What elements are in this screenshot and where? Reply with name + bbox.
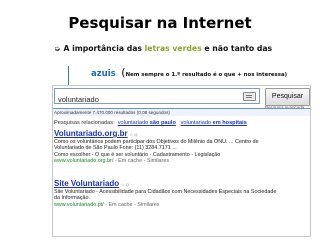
keyboard-icon[interactable] xyxy=(243,92,256,101)
result-sitelinks[interactable]: Como escolher - O que é ser voluntário -… xyxy=(54,152,306,159)
result-cache-links[interactable]: - Em cache - Similares xyxy=(113,158,169,164)
highlight-blue-text: azuis xyxy=(91,69,116,79)
related-label: Pesquisas relacionadas: xyxy=(54,120,115,126)
bullet-text-start: A importância das xyxy=(63,44,145,53)
related-link-sao-paulo[interactable]: voluntariado são paulo xyxy=(118,120,176,126)
result-cache-links[interactable]: - Em cache - Similares xyxy=(104,202,159,208)
search-input[interactable] xyxy=(55,93,241,106)
bullet-continuation: azuis (Nem sempre o 1.º resultado é o qu… xyxy=(91,61,287,80)
bullet-note: Nem sempre o 1.º resultado é o que + nos… xyxy=(125,72,288,78)
result-options-icon[interactable]: ☆ Q xyxy=(130,132,138,137)
highlight-green-text: letras verdes xyxy=(144,44,202,53)
bullet-point: ➭ A importância das letras verdes e não t… xyxy=(54,44,272,53)
search-button[interactable]: Pesquisar xyxy=(265,88,310,106)
result-snippet-line: Como os voluntários podem participar dos… xyxy=(54,138,259,145)
result-url: www.voluntariado.pt/ xyxy=(54,201,104,208)
results-stats: Aproximadamente 7.470.000 resultados (0,… xyxy=(53,108,310,116)
result-title-link[interactable]: Site Voluntariado xyxy=(54,179,119,188)
result-title-link[interactable]: Voluntariado.org.br xyxy=(54,129,128,138)
related-searches: Pesquisas relacionadas: voluntariado são… xyxy=(54,120,247,126)
arrow-bullet-icon: ➭ xyxy=(54,44,61,53)
result-snippet-line: Voluntariado de São Paulo Fone: (11) 328… xyxy=(54,145,177,152)
result-snippet-line: Site Voluntariado - Acessibilidade para … xyxy=(54,188,277,195)
search-result: Voluntariado.org.br ☆ Q Como os voluntári… xyxy=(54,129,306,165)
related-link-hospitais[interactable]: voluntariado em hospitais xyxy=(181,120,247,126)
search-box[interactable] xyxy=(54,88,260,106)
result-options-icon[interactable]: ☆ Q xyxy=(121,182,129,187)
bullet-text-middle: e não tanto das xyxy=(201,44,273,53)
slide-title: Pesquisar na Internet xyxy=(68,14,252,32)
search-screenshot: Pesquisar Pesquisa avançada Aproximadame… xyxy=(52,85,311,237)
result-snippet-line: da Informação. xyxy=(54,195,90,202)
search-result: Site Voluntariado ☆ Q Site Voluntariado -… xyxy=(54,179,306,208)
result-url: www.voluntariado.org.br/ xyxy=(54,158,114,165)
